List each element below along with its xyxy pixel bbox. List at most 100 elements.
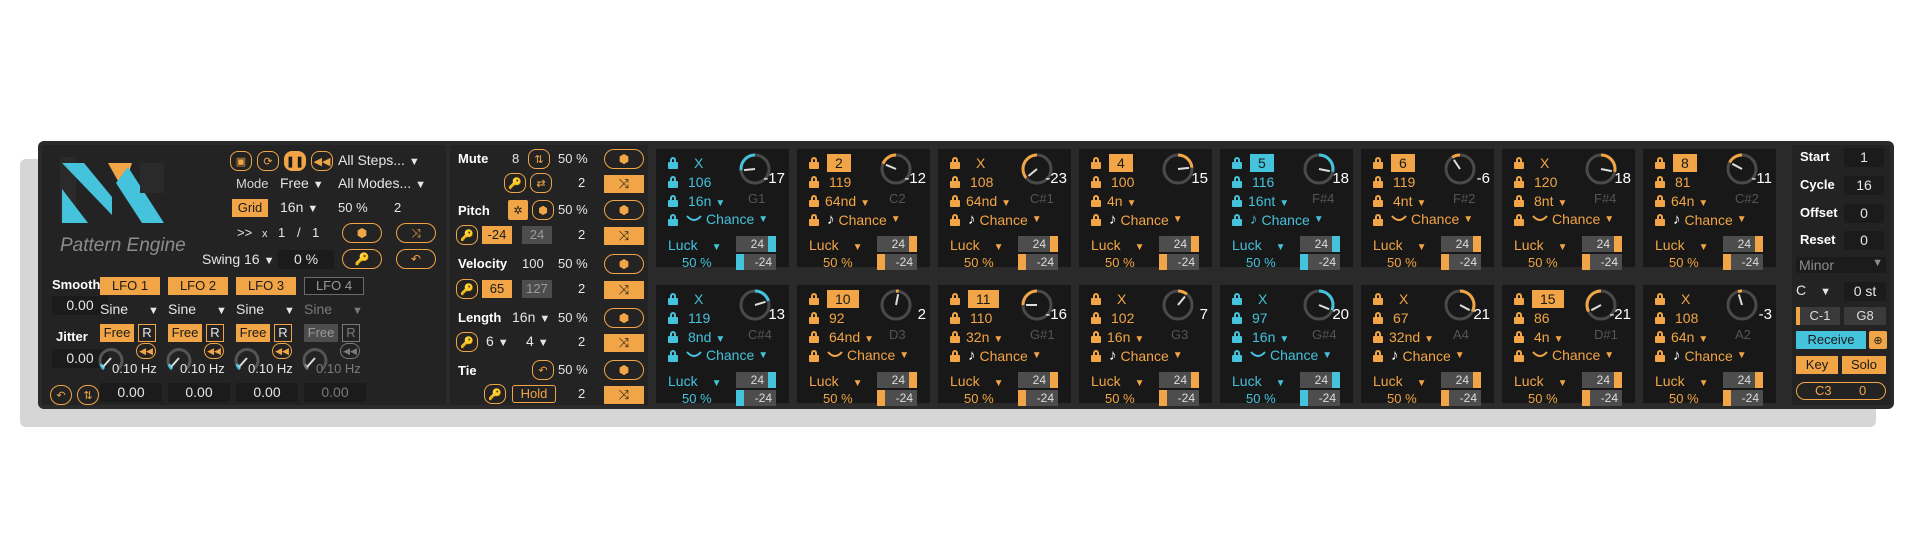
step-rotation[interactable]: -23 [1045,170,1067,187]
lock-icon[interactable] [809,214,819,226]
step-mode[interactable]: ♪ Chance ▼ [1673,211,1747,228]
lock-icon[interactable] [1655,350,1665,362]
cycle-value[interactable]: 16 [1844,176,1884,195]
step-velocity[interactable]: 92 [829,310,845,326]
grid-button[interactable]: Grid [232,199,268,217]
step-cell[interactable]: X 97 16n ▼ G#4 Chance ▼ 20 Luck ▼ 50 % 24 -… [1220,285,1353,406]
range-top-bar[interactable]: 24 [1441,372,1481,388]
lock-icon[interactable] [1655,331,1665,343]
lock-icon[interactable] [950,312,960,324]
lock-icon[interactable] [1514,195,1524,207]
step-length[interactable]: 16n ▼ [1107,329,1144,345]
step-length[interactable]: 16nt ▼ [1248,193,1289,209]
range-top-bar[interactable]: 24 [1159,236,1199,252]
range-bottom-bar[interactable]: -24 [1300,390,1340,406]
step-length[interactable]: 16n ▼ [688,193,725,209]
step-velocity[interactable]: 108 [970,174,993,190]
step-cell[interactable]: 10 92 64nd ▼ D3 Chance ▼ 2 Luck ▼ 50 % 24 -… [797,285,930,406]
swap-icon[interactable]: ⇄ [530,173,552,193]
lock-icon[interactable] [809,312,819,324]
step-velocity[interactable]: 100 [1111,174,1134,190]
step-mode[interactable]: Chance ▼ [686,347,768,363]
step-velocity[interactable]: 119 [1393,174,1415,190]
lock-icon[interactable] [1373,331,1383,343]
velocity-min[interactable]: 65 [482,280,512,298]
step-rotation[interactable]: -21 [1609,306,1631,323]
luck-dropdown[interactable]: Luck ▼ [668,237,721,253]
luck-dropdown[interactable]: Luck ▼ [1091,373,1144,389]
grid-number[interactable]: 2 [394,200,401,215]
step-length[interactable]: 16n ▼ [1252,329,1289,345]
step-velocity[interactable]: 119 [829,174,851,190]
shuffle-icon[interactable]: ⤨ [604,227,644,245]
step-id[interactable]: X [686,290,711,308]
step-cell[interactable]: 5 116 16nt ▼ F#4 ♪ Chance ▼ 18 Luck ▼ 50 % 2… [1220,149,1353,270]
step-cell[interactable]: 15 86 4n ▼ D#1 Chance ▼ -21 Luck ▼ 50 % 24 … [1502,285,1635,406]
lfo-rate[interactable]: 0.10 Hz [180,361,225,376]
pause-icon[interactable]: ❚❚ [284,151,306,171]
lock-icon[interactable] [1514,157,1524,169]
luck-percent[interactable]: 50 % [823,391,853,406]
lock-icon[interactable] [1514,214,1524,226]
lock-icon[interactable] [668,312,678,324]
step-rotation[interactable]: -16 [1045,306,1067,323]
range-bottom-bar[interactable]: -24 [736,390,776,406]
dice-icon[interactable]: ⬢ [532,200,554,220]
lock-icon[interactable] [809,195,819,207]
lock-icon[interactable] [1232,157,1242,169]
lock-icon[interactable] [1091,157,1101,169]
swap-icon[interactable]: ⇅ [77,385,99,405]
lock-icon[interactable] [1655,195,1665,207]
step-cell[interactable]: X 106 16n ▼ G1 Chance ▼ -17 Luck ▼ 50 % 24 … [656,149,789,270]
start-value[interactable]: 1 [1844,148,1884,167]
step-length[interactable]: 64nd ▼ [966,193,1011,209]
rotation-knob[interactable] [1443,288,1477,322]
rotation-knob[interactable] [1302,152,1336,186]
lock-icon[interactable] [1514,331,1524,343]
step-mode[interactable]: Chance ▼ [1391,211,1473,227]
step-mode[interactable]: Chance ▼ [1532,211,1614,227]
luck-dropdown[interactable]: Luck ▼ [1514,237,1567,253]
step-cell[interactable]: 2 119 64nd ▼ C2 ♪ Chance ▼ -12 Luck ▼ 50 % 2… [797,149,930,270]
range-bottom-bar[interactable]: -24 [877,390,917,406]
lfo-amount[interactable]: 0.00 [168,383,230,402]
offset-value[interactable]: 0 [1844,204,1884,223]
root-dropdown[interactable]: C ▼ [1796,282,1831,298]
step-rotation[interactable]: 7 [1200,306,1208,323]
luck-dropdown[interactable]: Luck ▼ [809,237,862,253]
luck-percent[interactable]: 50 % [1105,391,1135,406]
luck-dropdown[interactable]: Luck ▼ [1232,237,1285,253]
range-top-bar[interactable]: 24 [1582,236,1622,252]
range-bottom-bar[interactable]: -24 [877,254,917,270]
step-velocity[interactable]: 108 [1675,310,1698,326]
globe-icon[interactable]: ⊕ [1869,331,1887,349]
step-length[interactable]: 32n ▼ [966,329,1003,345]
rotation-knob[interactable] [1161,288,1195,322]
step-id[interactable]: 15 [1532,290,1564,308]
step-velocity[interactable]: 81 [1675,174,1691,190]
step-rotation[interactable]: -11 [1751,170,1772,187]
range-bottom-bar[interactable]: -24 [1723,254,1763,270]
step-id[interactable]: X [1109,290,1134,308]
lfo-mode-button[interactable]: Free [100,324,134,342]
refresh-icon[interactable]: ⟳ [257,151,279,171]
luck-percent[interactable]: 50 % [1387,255,1417,270]
undo-icon[interactable]: ↶ [396,249,436,269]
step-length[interactable]: 4n ▼ [1107,193,1136,209]
step-id[interactable]: 2 [827,154,851,172]
range-top-bar[interactable]: 24 [1300,236,1340,252]
lock-icon[interactable] [668,214,678,226]
rewind-icon[interactable]: ◀◀ [204,343,224,359]
step-length[interactable]: 4nt ▼ [1393,193,1426,209]
range-top-bar[interactable]: 24 [1018,236,1058,252]
step-cell[interactable]: X 108 64n ▼ A2 ♪ Chance ▼ -3 Luck ▼ 50 % 24 … [1643,285,1776,406]
step-length[interactable]: 8nt ▼ [1534,193,1567,209]
step-cell[interactable]: 4 100 4n ▼ ♪ Chance ▼ 15 Luck ▼ 50 % 24 -24 [1079,149,1212,270]
key-icon[interactable]: 🔑 [456,279,478,299]
step-mode[interactable]: ♪ Chance ▼ [1109,347,1183,364]
pitch-min[interactable]: -24 [482,226,512,244]
luck-percent[interactable]: 50 % [682,255,712,270]
step-id[interactable]: X [968,154,993,172]
lock-icon[interactable] [809,176,819,188]
rotation-knob[interactable] [1302,288,1336,322]
